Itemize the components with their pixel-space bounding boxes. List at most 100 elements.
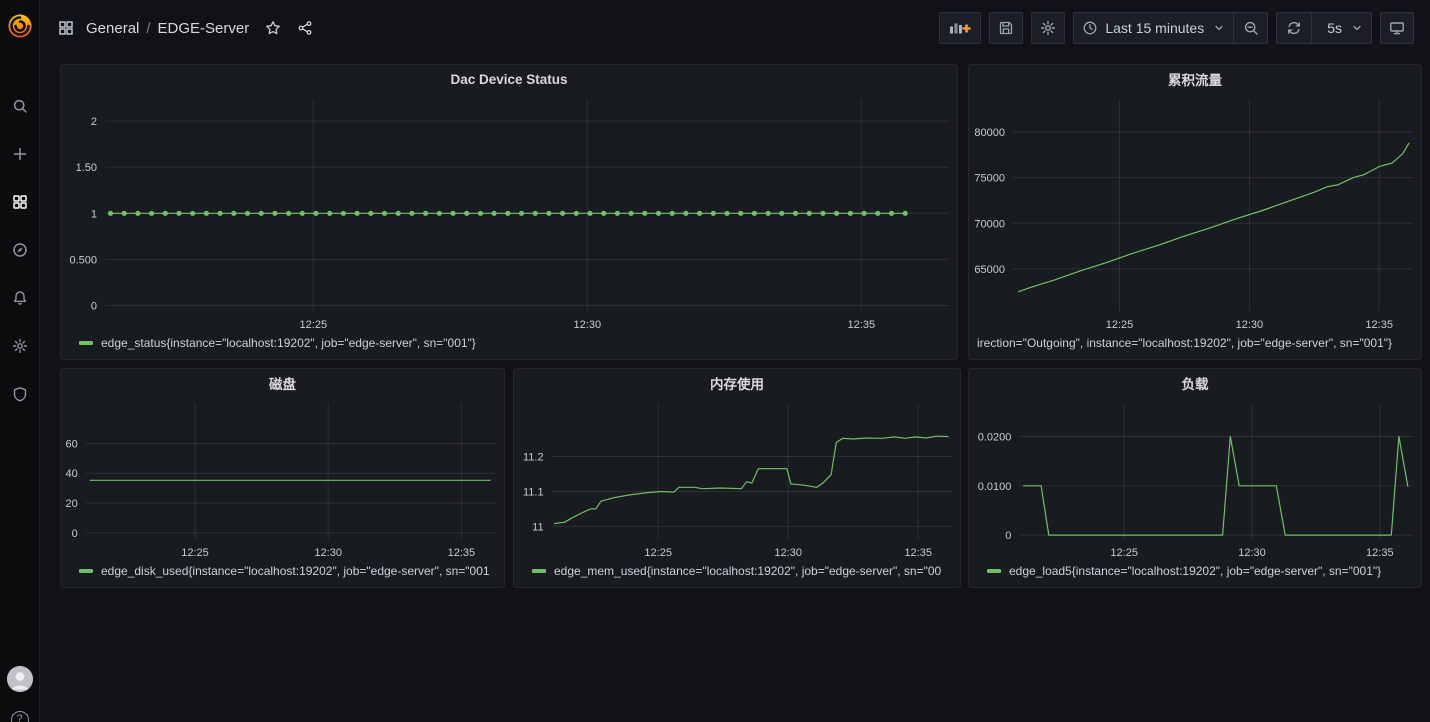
- dashboard-settings-button[interactable]: [1031, 12, 1065, 44]
- sidebar-item-search[interactable]: [0, 82, 40, 130]
- panel-title[interactable]: 内存使用: [514, 369, 960, 397]
- svg-text:12:30: 12:30: [774, 547, 802, 559]
- legend: edge_mem_used{instance="localhost:19202"…: [514, 561, 960, 587]
- time-picker-button[interactable]: Last 15 minutes: [1074, 13, 1233, 43]
- share-icon: [297, 20, 313, 36]
- chevron-down-icon: [1213, 22, 1225, 34]
- shield-icon: [12, 386, 28, 402]
- panel-load: 负载 00.01000.020012:2512:3012:35 edge_loa…: [968, 368, 1422, 588]
- chart-load[interactable]: 00.01000.020012:2512:3012:35: [969, 397, 1421, 561]
- star-icon: [265, 20, 281, 36]
- svg-text:1.50: 1.50: [76, 162, 97, 174]
- svg-text:12:25: 12:25: [300, 319, 328, 331]
- gear-icon: [1040, 20, 1056, 36]
- user-avatar[interactable]: [7, 666, 33, 692]
- legend-label[interactable]: edge_disk_used{instance="localhost:19202…: [101, 564, 490, 578]
- compass-icon: [12, 242, 28, 258]
- legend-swatch: [532, 569, 546, 573]
- panel-title[interactable]: 磁盘: [61, 369, 504, 397]
- legend-label[interactable]: edge_load5{instance="localhost:19202", j…: [1009, 564, 1381, 578]
- sidebar-item-explore[interactable]: [0, 226, 40, 274]
- question-circle-icon: ?: [11, 711, 29, 722]
- sidebar-item-server-admin[interactable]: [0, 370, 40, 418]
- search-icon: [12, 98, 28, 114]
- svg-text:12:35: 12:35: [904, 547, 932, 559]
- legend-swatch: [987, 569, 1001, 573]
- legend-label[interactable]: edge_status{instance="localhost:19202", …: [101, 336, 476, 350]
- chevron-down-icon: [1351, 22, 1363, 34]
- sidebar-item-configuration[interactable]: [0, 322, 40, 370]
- sidebar-help[interactable]: ?: [0, 708, 40, 722]
- svg-text:12:35: 12:35: [448, 547, 476, 559]
- sidebar-item-alerting[interactable]: [0, 274, 40, 322]
- refresh-interval-button[interactable]: 5s: [1311, 13, 1371, 43]
- share-button[interactable]: [297, 20, 313, 36]
- svg-text:0: 0: [72, 528, 78, 540]
- gear-icon: [12, 338, 28, 354]
- legend-swatch: [79, 341, 93, 345]
- legend-label[interactable]: edge_mem_used{instance="localhost:19202"…: [554, 564, 941, 578]
- svg-text:11.1: 11.1: [523, 487, 544, 499]
- chart-cumulative-traffic[interactable]: 6500070000750008000012:2512:3012:35: [969, 93, 1421, 333]
- legend-label[interactable]: irection="Outgoing", instance="localhost…: [977, 336, 1392, 350]
- cycle-view-button[interactable]: [1380, 12, 1414, 44]
- add-panel-button[interactable]: [939, 12, 981, 44]
- sidebar-item-create[interactable]: [0, 130, 40, 178]
- dashboard-toolbar: Last 15 minutes: [939, 12, 1414, 44]
- sidebar-footer: ?: [0, 666, 40, 722]
- top-navbar: General / EDGE-Server: [41, 0, 1430, 56]
- clock-icon: [1082, 20, 1098, 36]
- favorite-button[interactable]: [265, 20, 281, 36]
- chart-memory-usage[interactable]: 11 11.1 11.2 12:25 12:30 12:35: [514, 397, 960, 561]
- svg-text:12:30: 12:30: [1238, 547, 1266, 559]
- svg-text:12:25: 12:25: [181, 547, 209, 559]
- save-icon: [998, 20, 1014, 36]
- legend: edge_status{instance="localhost:19202", …: [61, 333, 957, 359]
- svg-text:0.500: 0.500: [69, 254, 97, 266]
- svg-text:2: 2: [91, 116, 97, 128]
- apps-icon: [58, 20, 74, 36]
- avatar-icon: [7, 666, 33, 692]
- add-panel-icon: [948, 20, 972, 36]
- time-controls: Last 15 minutes: [1073, 12, 1268, 44]
- panel-cumulative-traffic: 累积流量 6500070000750008000012:2512:3012:35…: [968, 64, 1422, 360]
- svg-text:12:35: 12:35: [1365, 319, 1393, 331]
- panel-title[interactable]: 负载: [969, 369, 1421, 397]
- svg-text:12:35: 12:35: [1366, 547, 1394, 559]
- refresh-icon: [1286, 20, 1302, 36]
- svg-text:12:30: 12:30: [314, 547, 342, 559]
- panel-title[interactable]: Dac Device Status: [61, 65, 957, 93]
- zoom-out-icon: [1243, 20, 1259, 36]
- breadcrumb-dashboard-title[interactable]: EDGE-Server: [158, 20, 250, 37]
- panel-dac-device-status: Dac Device Status 00.50011.50212:2512:30…: [60, 64, 958, 360]
- svg-text:0.0100: 0.0100: [978, 481, 1012, 493]
- legend: edge_load5{instance="localhost:19202", j…: [969, 561, 1421, 587]
- svg-text:12:25: 12:25: [1110, 547, 1138, 559]
- zoom-out-button[interactable]: [1233, 13, 1267, 43]
- time-range-label: Last 15 minutes: [1105, 20, 1204, 36]
- breadcrumb: General / EDGE-Server: [58, 20, 313, 37]
- svg-text:1: 1: [91, 208, 97, 220]
- breadcrumb-separator: /: [146, 20, 150, 37]
- apps-icon: [12, 194, 28, 210]
- refresh-interval-label: 5s: [1327, 20, 1342, 36]
- svg-text:12:30: 12:30: [574, 319, 602, 331]
- sidebar-item-dashboards[interactable]: [0, 178, 40, 226]
- panel-title[interactable]: 累积流量: [969, 65, 1421, 93]
- svg-text:0.0200: 0.0200: [978, 432, 1012, 444]
- save-dashboard-button[interactable]: [989, 12, 1023, 44]
- series-line: [554, 436, 948, 523]
- svg-text:11: 11: [532, 521, 543, 533]
- chart-disk[interactable]: 020406012:2512:3012:35: [61, 397, 504, 561]
- refresh-controls: 5s: [1276, 12, 1372, 44]
- legend: irection="Outgoing", instance="localhost…: [969, 333, 1421, 359]
- legend-swatch: [79, 569, 93, 573]
- svg-text:20: 20: [66, 498, 78, 510]
- svg-text:80000: 80000: [974, 127, 1005, 139]
- svg-text:12:25: 12:25: [644, 547, 672, 559]
- grafana-logo[interactable]: [0, 0, 40, 52]
- svg-text:11.2: 11.2: [523, 452, 544, 464]
- refresh-button[interactable]: [1277, 13, 1311, 43]
- chart-dac-device-status[interactable]: 00.50011.50212:2512:3012:35: [61, 93, 957, 333]
- breadcrumb-folder[interactable]: General: [86, 20, 139, 37]
